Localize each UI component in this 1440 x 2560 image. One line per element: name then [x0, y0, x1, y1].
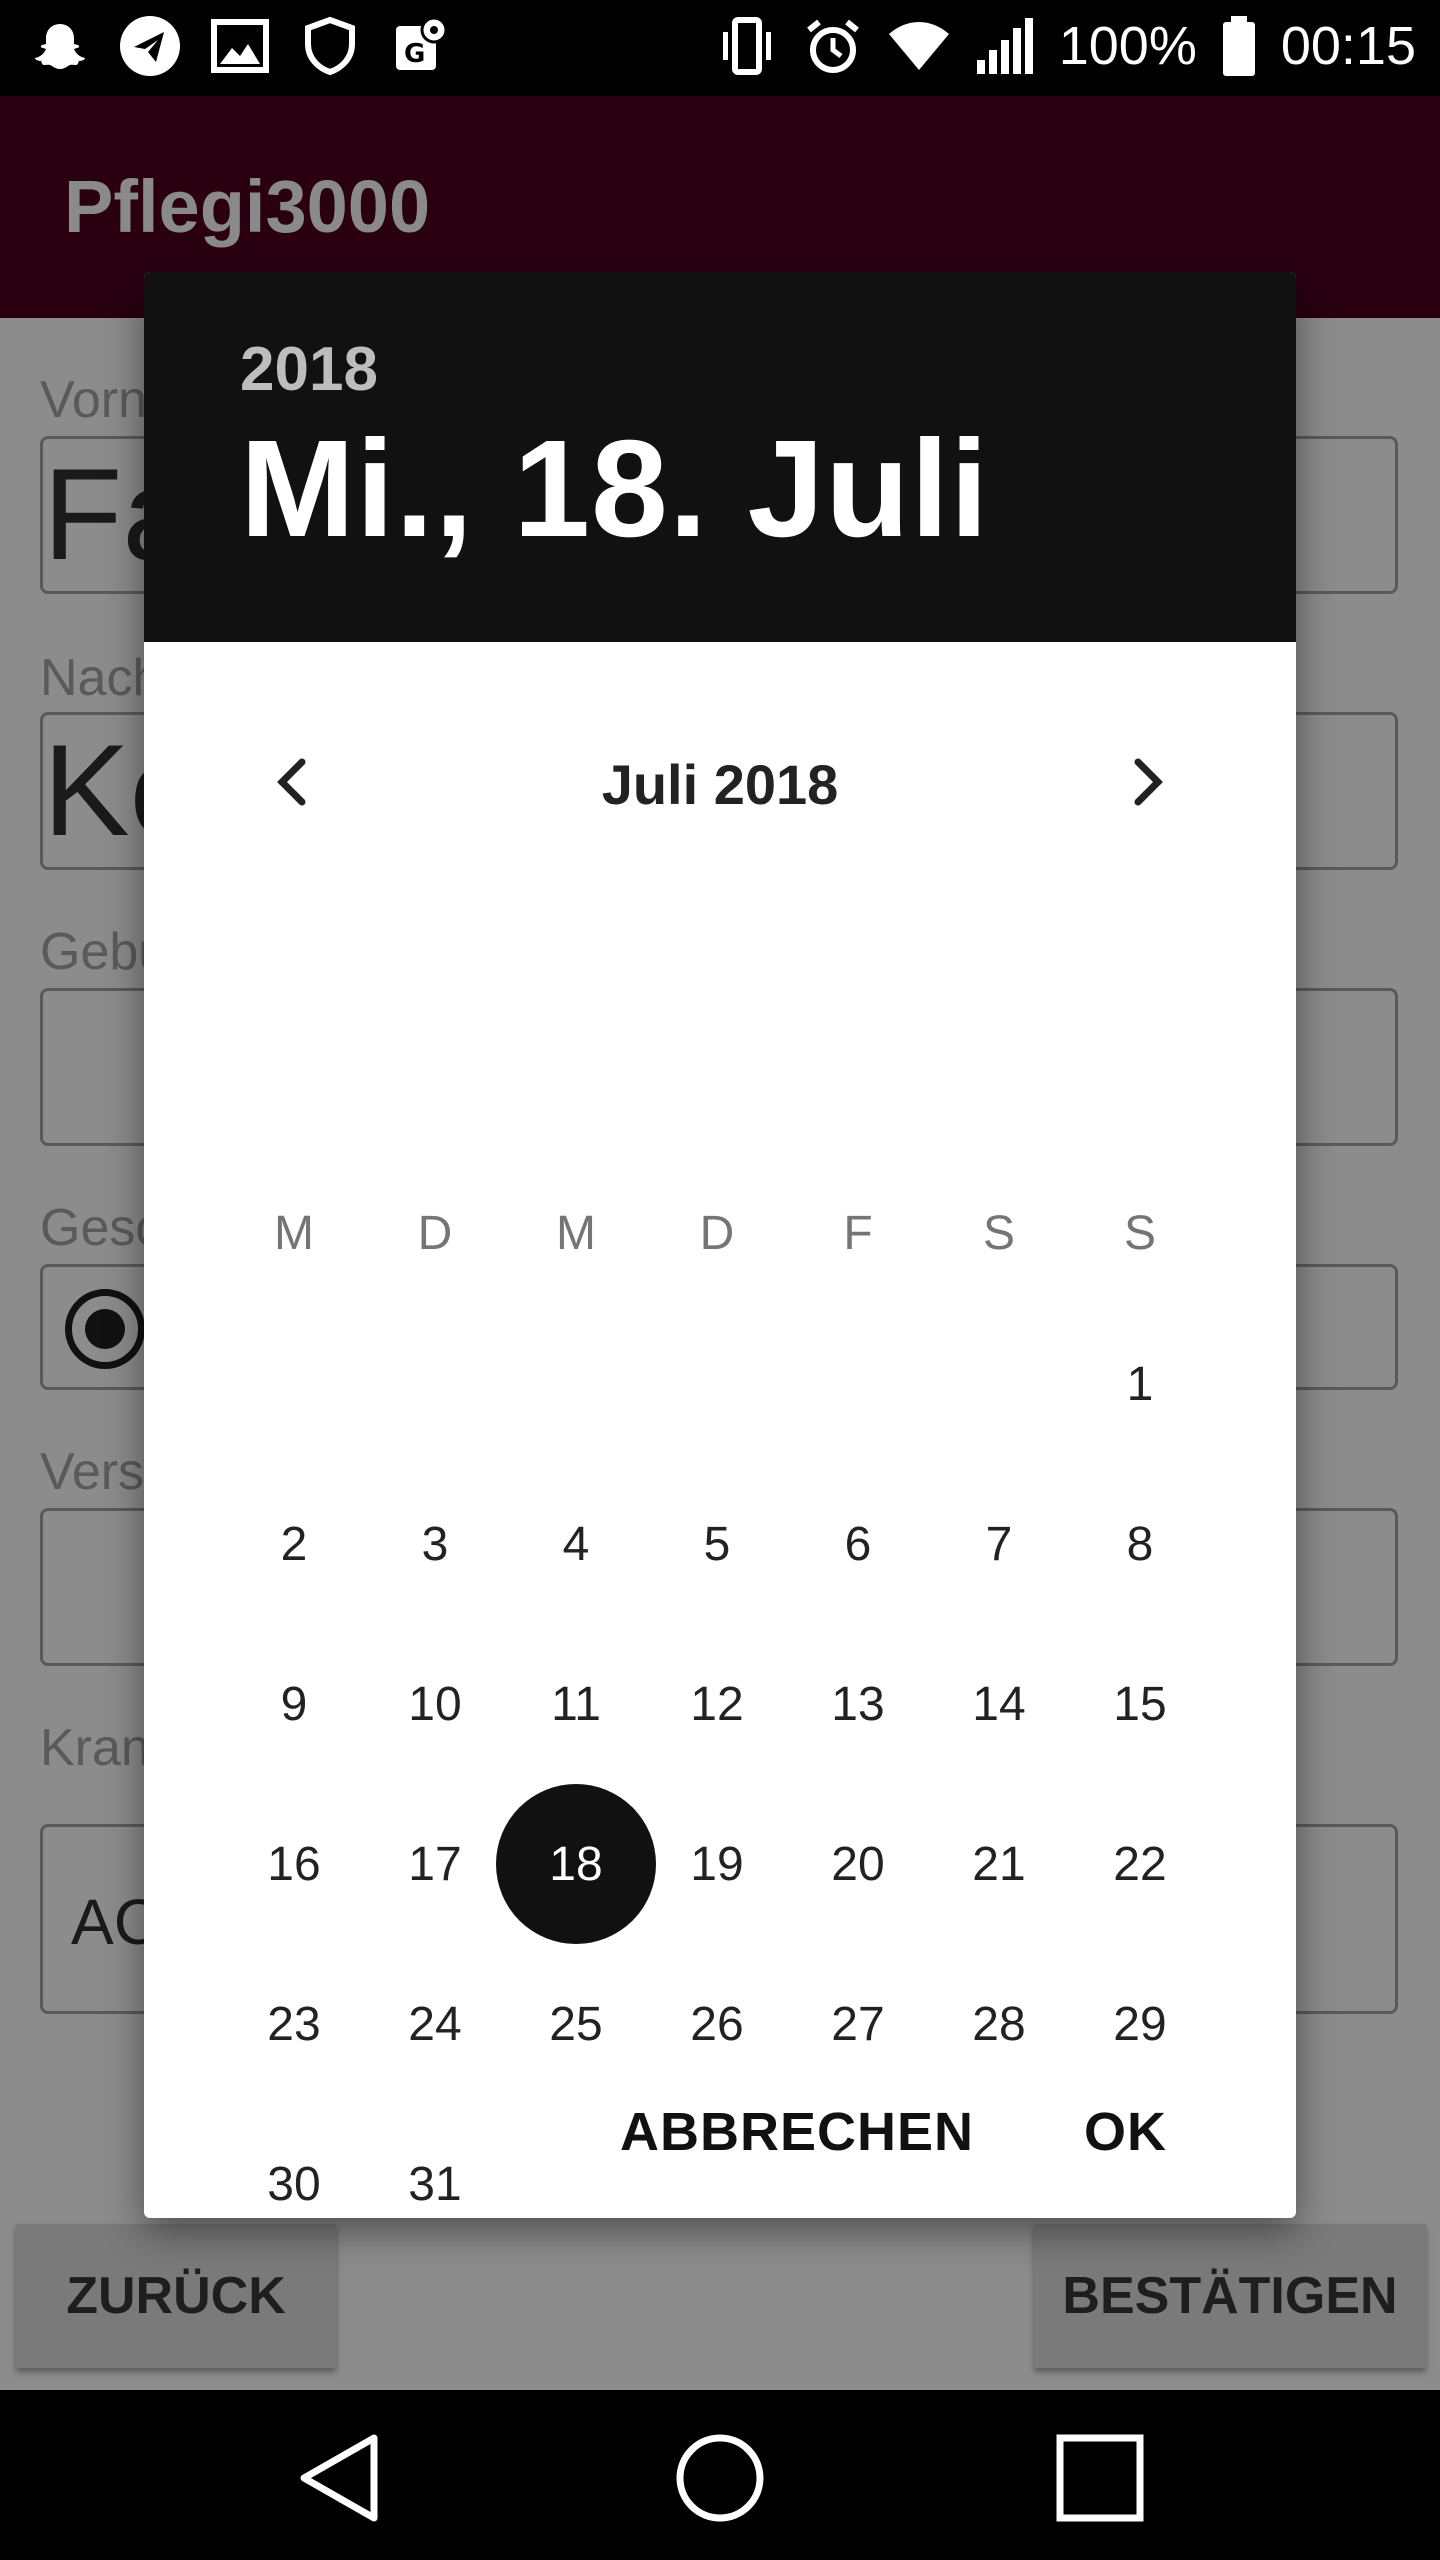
- calendar-day[interactable]: 16: [214, 1784, 374, 1944]
- date-picker-header: 2018 Mi., 18. Juli: [144, 272, 1296, 642]
- calendar-day[interactable]: 11: [496, 1624, 656, 1784]
- home-icon[interactable]: [670, 2428, 770, 2528]
- shield-icon: [305, 16, 355, 76]
- weekday-label: S: [982, 1207, 1015, 1260]
- weekday-label: M: [556, 1207, 596, 1260]
- calendar-day[interactable]: 5: [637, 1464, 797, 1624]
- calendar-day[interactable]: 4: [496, 1464, 656, 1624]
- weekday-label: D: [699, 1207, 735, 1260]
- next-month-button[interactable]: [1106, 742, 1186, 822]
- weekday-label: F: [843, 1207, 873, 1260]
- dialog-actions: ABBRECHEN OK: [144, 2072, 1296, 2192]
- back-icon[interactable]: [290, 2428, 390, 2528]
- calendar-day[interactable]: 20: [778, 1784, 938, 1944]
- snapchat-icon: [35, 24, 85, 69]
- vibrate-icon: [722, 17, 771, 75]
- calendar-day[interactable]: 21: [919, 1784, 1079, 1944]
- gender-radio-button[interactable]: [65, 1289, 145, 1369]
- chevron-right-icon: [1134, 758, 1163, 806]
- wifi-icon: [888, 22, 949, 70]
- insurance-number-label: Vers: [40, 1443, 145, 1501]
- app-title: Pflegi3000: [64, 165, 431, 248]
- cancel-button[interactable]: ABBRECHEN: [620, 2072, 974, 2192]
- ok-button[interactable]: OK: [1084, 2072, 1167, 2192]
- navigation-bar: [0, 2390, 1440, 2560]
- svg-text:G: G: [404, 39, 425, 69]
- calendar-day[interactable]: 2: [214, 1464, 374, 1624]
- selected-date-label[interactable]: Mi., 18. Juli: [240, 410, 989, 569]
- maps-icon: G: [396, 16, 448, 70]
- weekday-label: M: [274, 1207, 314, 1260]
- signal-icon: [976, 18, 1033, 74]
- health-insurance-label: Kran: [40, 1719, 150, 1777]
- weekday-label: D: [417, 1207, 453, 1260]
- calendar-day[interactable]: 15: [1060, 1624, 1220, 1784]
- calendar-day[interactable]: 3: [355, 1464, 515, 1624]
- clock: 00:15: [1280, 16, 1416, 76]
- confirm-button[interactable]: BESTÄTIGEN: [1034, 2224, 1426, 2368]
- telegram-icon: [120, 16, 180, 76]
- calendar-day[interactable]: 7: [919, 1464, 1079, 1624]
- calendar-day[interactable]: 19: [637, 1784, 797, 1944]
- calendar-day-selected[interactable]: 18: [496, 1784, 656, 1944]
- calendar-day[interactable]: 1: [1060, 1304, 1220, 1464]
- battery-icon: [1222, 16, 1255, 76]
- alarm-icon: [806, 19, 859, 73]
- calendar-day[interactable]: 9: [214, 1624, 374, 1784]
- battery-percent: 100%: [1058, 16, 1197, 76]
- recents-icon[interactable]: [1050, 2428, 1150, 2528]
- calendar-day[interactable]: 10: [355, 1624, 515, 1784]
- calendar-day[interactable]: 22: [1060, 1784, 1220, 1944]
- status-bar: G 100% 00:15: [0, 0, 1440, 96]
- date-picker-dialog: 2018 Mi., 18. Juli Juli 2018 MDMDFSS 123…: [144, 272, 1296, 2218]
- calendar-day[interactable]: 8: [1060, 1464, 1220, 1624]
- first-name-label: Vorn: [40, 371, 147, 429]
- calendar-day[interactable]: 13: [778, 1624, 938, 1784]
- weekday-label: S: [1123, 1207, 1156, 1260]
- image-icon: [211, 19, 269, 73]
- calendar-day[interactable]: 6: [778, 1464, 938, 1624]
- back-button[interactable]: ZURÜCK: [16, 2224, 336, 2368]
- calendar-day[interactable]: 14: [919, 1624, 1079, 1784]
- year-label[interactable]: 2018: [240, 334, 378, 405]
- calendar-day[interactable]: 12: [637, 1624, 797, 1784]
- calendar-day[interactable]: 17: [355, 1784, 515, 1944]
- month-navigation: Juli 2018: [144, 732, 1296, 832]
